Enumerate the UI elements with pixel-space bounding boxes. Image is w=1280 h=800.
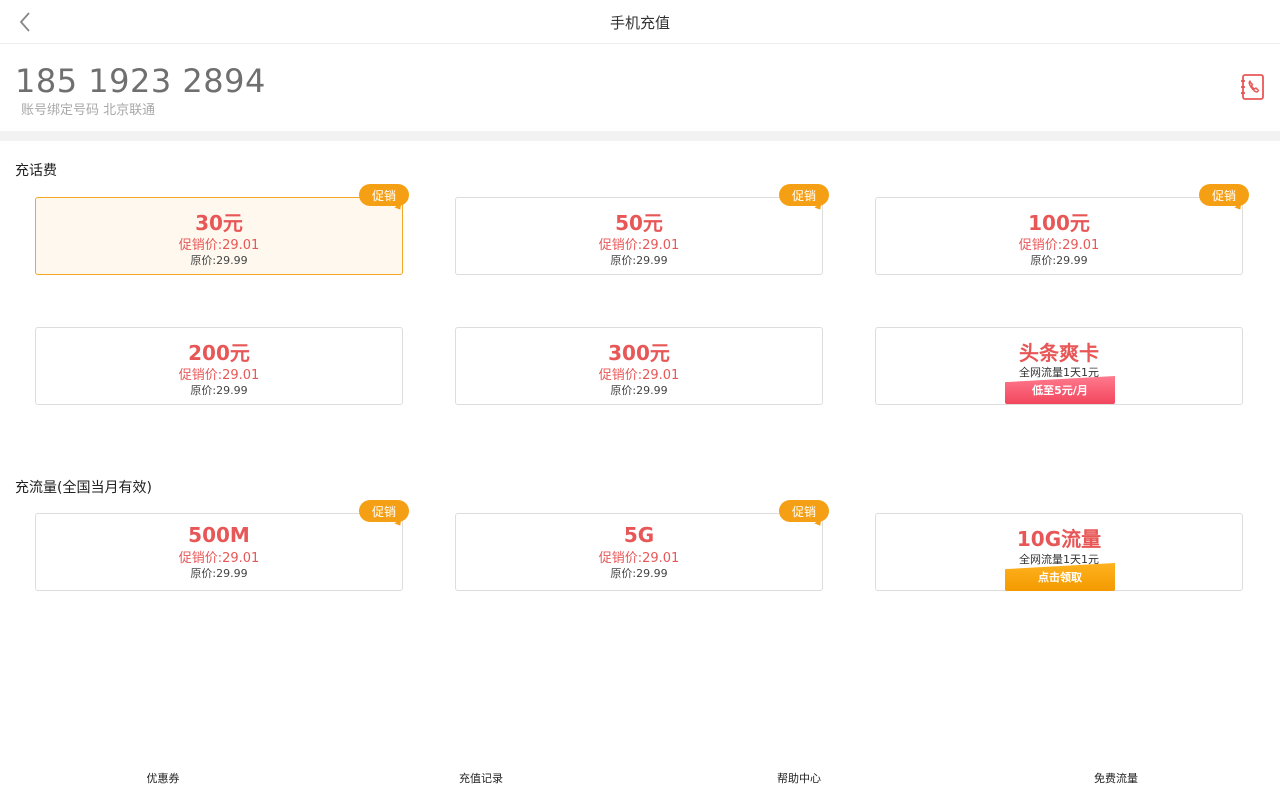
card-original-price: 原价:29.99: [610, 254, 668, 267]
promo-badge: 促销: [779, 184, 829, 206]
card-ribbon: 低至5元/月: [1005, 376, 1115, 404]
promo-badge: 促销: [359, 184, 409, 206]
card-promo-price: 促销价:29.01: [598, 238, 680, 253]
top-bar: 手机充值: [0, 0, 1280, 44]
promo-badge: 促销: [779, 500, 829, 522]
card-amount: 30元: [195, 211, 243, 235]
page-title: 手机充值: [609, 14, 670, 32]
card-description: 全网流量1天1元: [1019, 366, 1099, 379]
card-original-price: 原价:29.99: [190, 384, 248, 397]
card-original-price: 原价:29.99: [610, 384, 668, 397]
card-promo-price: 促销价:29.01: [598, 551, 680, 566]
nav-item-free-data[interactable]: 免费流量: [1094, 770, 1138, 786]
call-fee-card-300[interactable]: 300元 促销价:29.01 原价:29.99: [455, 327, 823, 405]
call-fee-card-50[interactable]: 50元 促销价:29.01 原价:29.99: [455, 197, 823, 275]
promo-badge: 促销: [359, 500, 409, 522]
section-divider: [0, 131, 1280, 141]
call-fee-section-title: 充话费: [15, 163, 57, 179]
card-amount: 50元: [615, 211, 663, 235]
card-amount: 500M: [188, 523, 250, 547]
card-promo-price: 促销价:29.01: [178, 551, 260, 566]
card-amount: 100元: [1028, 211, 1090, 235]
card-promo-price: 促销价:29.01: [1018, 238, 1100, 253]
claim-ribbon[interactable]: 点击领取: [1005, 563, 1115, 591]
card-amount: 5G: [623, 523, 655, 547]
bottom-nav: 优惠券 充值记录 帮助中心 免费流量: [0, 762, 1280, 792]
card-amount: 头条爽卡: [1019, 341, 1099, 365]
call-fee-card-100[interactable]: 100元 促销价:29.01 原价:29.99: [875, 197, 1243, 275]
card-amount: 200元: [188, 341, 250, 365]
card-promo-price: 促销价:29.01: [598, 368, 680, 383]
card-amount: 300元: [608, 341, 670, 365]
contacts-button[interactable]: [1240, 73, 1266, 101]
card-amount: 10G流量: [1016, 527, 1102, 551]
toutiao-card[interactable]: 头条爽卡 全网流量1天1元 低至5元/月: [875, 327, 1243, 405]
call-fee-card-200[interactable]: 200元 促销价:29.01 原价:29.99: [35, 327, 403, 405]
contact-book-icon: [1241, 74, 1264, 100]
card-original-price: 原价:29.99: [610, 567, 668, 580]
data-card-5g[interactable]: 5G 促销价:29.01 原价:29.99: [455, 513, 823, 591]
data-section-title: 充流量(全国当月有效): [15, 480, 152, 496]
phone-number: 185 1923 2894: [15, 62, 266, 100]
nav-item-help-center[interactable]: 帮助中心: [777, 770, 821, 786]
data-card-500m[interactable]: 500M 促销价:29.01 原价:29.99: [35, 513, 403, 591]
card-original-price: 原价:29.99: [1030, 254, 1088, 267]
card-promo-price: 促销价:29.01: [178, 368, 260, 383]
card-original-price: 原价:29.99: [190, 567, 248, 580]
nav-item-recharge-history[interactable]: 充值记录: [459, 770, 503, 786]
phone-section: 185 1923 2894 账号绑定号码 北京联通: [0, 44, 1280, 131]
phone-account-info: 账号绑定号码 北京联通: [21, 103, 156, 118]
card-promo-price: 促销价:29.01: [178, 238, 260, 253]
call-fee-card-30[interactable]: 30元 促销价:29.01 原价:29.99: [35, 197, 403, 275]
data-card-10g[interactable]: 10G流量 全网流量1天1元 点击领取: [875, 513, 1243, 591]
promo-badge: 促销: [1199, 184, 1249, 206]
card-description: 全网流量1天1元: [1019, 553, 1099, 566]
card-original-price: 原价:29.99: [190, 254, 248, 267]
nav-item-coupons[interactable]: 优惠券: [147, 770, 180, 786]
